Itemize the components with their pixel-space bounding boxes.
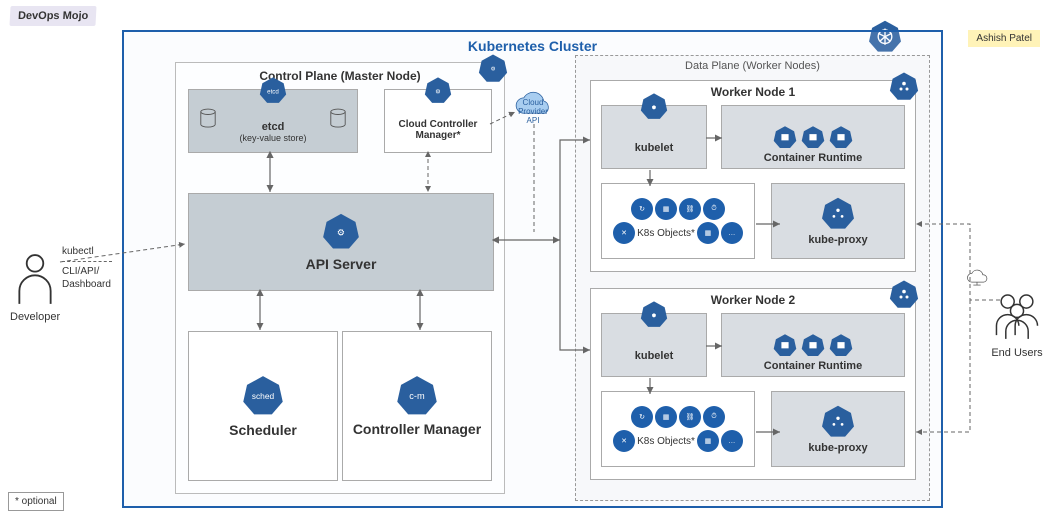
kubelet-icon: ⬢ [640,300,668,328]
scheduler-box: sched Scheduler [188,331,338,481]
ds-icon: ⛓ [679,406,701,428]
worker-node-1: Worker Node 1 ⬢ kubelet Container Runtim… [590,80,916,272]
more-icon: … [721,222,743,244]
node-badge-icon [889,71,919,101]
api-icon: ⚙ [322,212,360,250]
svg-text:⚙: ⚙ [435,88,441,95]
pod-icon [801,125,825,149]
pod-icon [829,333,853,357]
kube-proxy-box: kube-proxy [771,391,905,467]
etcd-icon: etcd [259,76,287,104]
kubelet-icon: ⬢ [640,92,668,120]
svg-text:⚙: ⚙ [337,228,345,238]
data-plane-title: Data Plane (Worker Nodes) [576,60,929,72]
runtime-label: Container Runtime [764,360,862,372]
worker-node-2: Worker Node 2 ⬢ kubelet Container Runtim… [590,288,916,480]
kube-proxy-icon [821,404,855,438]
end-users-label: End Users [989,347,1045,359]
pod-icon [773,333,797,357]
control-plane-title: Control Plane (Master Node) [176,69,504,83]
svc-icon: ✕ [613,222,635,244]
controller-manager-box: c-m Controller Manager [342,331,492,481]
container-runtime-box: Container Runtime [721,313,905,377]
pod-icon [801,333,825,357]
database-icon [199,108,217,130]
devops-mojo-logo: DevOps Mojo [9,6,96,26]
cm-label: Controller Manager [353,422,481,437]
developer-connection-labels: kubectl CLI/API/ Dashboard [62,245,112,291]
runtime-label: Container Runtime [764,152,862,164]
svg-text:⚙: ⚙ [491,66,496,72]
kube-proxy-icon [821,196,855,230]
job-icon: ▦ [697,222,719,244]
database-icon [329,108,347,130]
scheduler-label: Scheduler [229,422,297,438]
etcd-box: etcd etcd (key-value store) [188,89,358,153]
ccm-label: Cloud Controller Manager* [385,119,491,141]
ccm-icon: ⚙ [424,76,452,104]
etcd-label: etcd [262,121,285,133]
end-users-actor: End Users [989,290,1045,359]
more-icon: … [721,430,743,452]
svg-text:c-m: c-m [409,391,425,401]
proxy-label: kube-proxy [808,442,867,454]
cm-icon: c-m [396,374,438,416]
optional-footnote: * optional [8,492,64,511]
proxy-label: kube-proxy [808,234,867,246]
deploy-icon: ↻ [631,406,653,428]
cronjob-icon: ⏱ [703,406,725,428]
k8s-objects-box: ↻ ▦ ⛓ ⏱ ✕ K8s Objects* ▦ … [601,391,755,467]
rc-icon: ▦ [655,406,677,428]
pod-icon [773,125,797,149]
ds-icon: ⛓ [679,198,701,220]
kube-proxy-box: kube-proxy [771,183,905,259]
data-plane-container: Data Plane (Worker Nodes) Worker Node 1 … [575,55,930,501]
kubelet-box: ⬢ kubelet [601,105,707,169]
scheduler-icon: sched [242,374,284,416]
job-icon: ▦ [697,430,719,452]
deploy-icon: ↻ [631,198,653,220]
cloud-controller-manager-box: ⚙ Cloud Controller Manager* [384,89,492,153]
k8s-objects-box: ↻ ▦ ⛓ ⏱ ✕ K8s Objects* ▦ … [601,183,755,259]
cronjob-icon: ⏱ [703,198,725,220]
control-plane-container: Control Plane (Master Node) ⚙ etcd etcd … [175,62,505,494]
etcd-sublabel: (key-value store) [239,133,306,143]
developer-actor: Developer [10,252,60,323]
kubelet-label: kubelet [635,350,674,362]
node-badge-icon [889,279,919,309]
developer-label: Developer [10,311,60,323]
container-runtime-box: Container Runtime [721,105,905,169]
pod-icon [829,125,853,149]
kubelet-label: kubelet [635,142,674,154]
cluster-title: Kubernetes Cluster [468,38,597,54]
svc-icon: ✕ [613,430,635,452]
api-label: API Server [306,256,377,272]
rc-icon: ▦ [655,198,677,220]
svg-text:⬢: ⬢ [652,105,656,111]
objects-label: K8s Objects* [637,436,695,447]
kubelet-box: ⬢ kubelet [601,313,707,377]
svg-text:⬢: ⬢ [652,313,656,319]
objects-label: K8s Objects* [637,228,695,239]
cloud-provider-api: Cloud Provider API [510,88,556,150]
control-plane-badge-icon: ⚙ [478,53,508,83]
svg-text:etcd: etcd [267,88,279,95]
author-name-badge: Ashish Patel [968,30,1040,47]
svg-text:sched: sched [252,391,275,401]
api-server-box: ⚙ API Server [188,193,494,291]
internet-cloud-icon [966,268,988,289]
